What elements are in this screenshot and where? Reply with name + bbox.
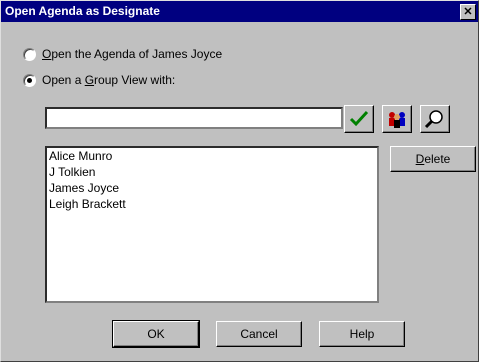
radio-open-group-view[interactable]: Open a Group View with: <box>23 73 175 87</box>
ok-button[interactable]: OK <box>112 320 200 348</box>
checkmark-icon <box>349 110 369 127</box>
list-item[interactable]: Alice Munro <box>47 148 377 164</box>
radio-open-agenda-indicator[interactable] <box>23 47 36 61</box>
title-bar[interactable]: Open Agenda as Designate ✕ <box>1 1 478 22</box>
group-name-input[interactable] <box>45 107 343 129</box>
help-button[interactable]: Help <box>319 321 405 347</box>
list-item[interactable]: Leigh Brackett <box>47 196 377 212</box>
accept-name-button[interactable] <box>344 105 374 133</box>
magnifier-icon <box>424 110 443 129</box>
address-book-button[interactable] <box>382 105 412 133</box>
dialog-window: Open Agenda as Designate ✕ Open the Agen… <box>0 0 479 362</box>
list-item[interactable]: James Joyce <box>47 180 377 196</box>
delete-button[interactable]: Delete <box>390 146 476 172</box>
close-icon: ✕ <box>463 5 473 18</box>
list-item[interactable]: J Tolkien <box>47 164 377 180</box>
radio-open-group-view-indicator[interactable] <box>23 73 36 87</box>
radio-open-agenda-label: Open the Agenda of James Joyce <box>42 47 223 61</box>
address-book-icon <box>389 112 405 128</box>
radio-open-group-view-label: Open a Group View with: <box>42 73 176 87</box>
delete-button-label: Delete <box>415 152 451 166</box>
search-button[interactable] <box>420 105 450 133</box>
cancel-button[interactable]: Cancel <box>216 321 302 347</box>
designate-list[interactable]: Alice Munro J Tolkien James Joyce Leigh … <box>45 146 379 303</box>
radio-open-agenda[interactable]: Open the Agenda of James Joyce <box>23 47 222 61</box>
close-button[interactable]: ✕ <box>460 4 476 20</box>
window-title: Open Agenda as Designate <box>5 4 160 18</box>
